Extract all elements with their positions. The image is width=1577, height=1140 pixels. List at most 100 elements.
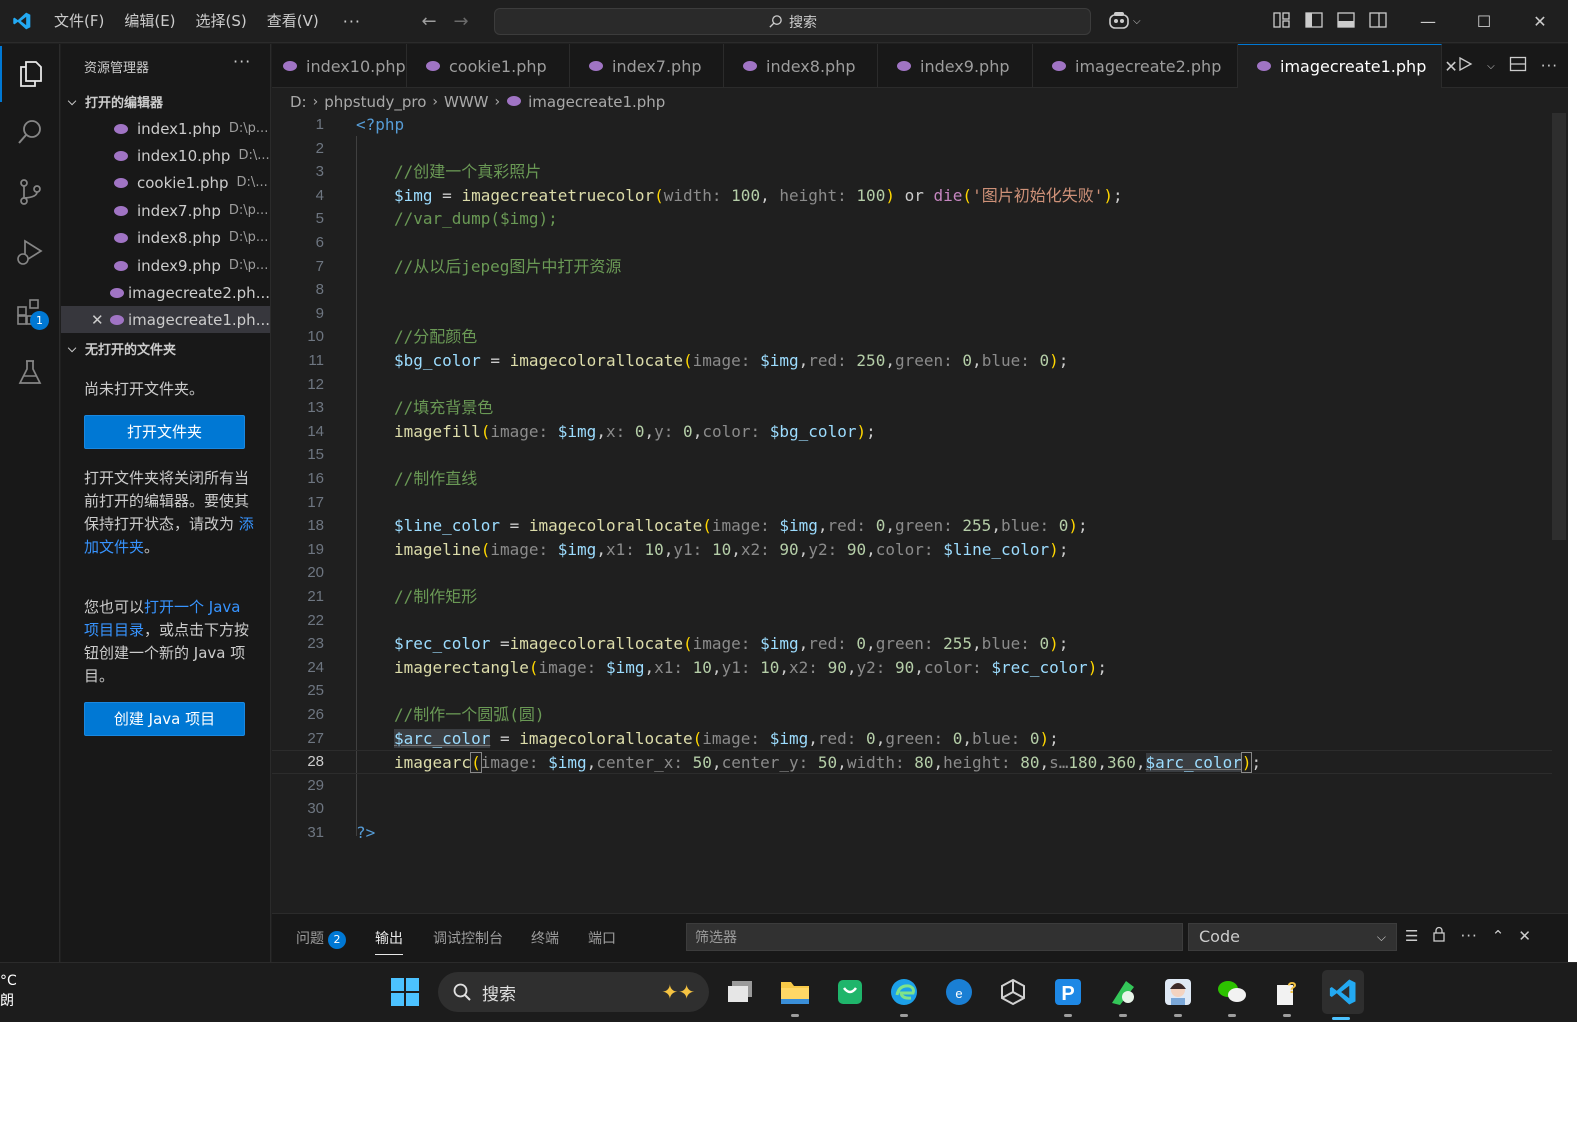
php-elephant-icon xyxy=(588,57,604,76)
chevron-down-icon: ⌵ xyxy=(67,94,77,108)
vscode-taskbar-icon[interactable] xyxy=(1322,970,1364,1020)
unity-app-icon[interactable] xyxy=(994,973,1032,1011)
edge-ai-browser-icon[interactable]: e xyxy=(940,973,978,1011)
open-editor-item[interactable]: index10.php D:\... xyxy=(61,142,270,169)
output-filter-input[interactable]: 筛选器 xyxy=(686,923,1183,951)
line-number: 25 xyxy=(307,682,324,700)
store-app-icon[interactable] xyxy=(831,973,869,1011)
chevron-down-icon: ⌵ xyxy=(1133,15,1141,27)
breadcrumb: D: › phpstudy_pro › WWW › imagecreate1.p… xyxy=(290,92,665,112)
menu-selection[interactable]: 选择(S) xyxy=(186,0,257,43)
close-tab-icon[interactable]: ✕ xyxy=(1444,57,1457,76)
wechat-icon[interactable] xyxy=(1213,973,1251,1017)
open-editor-item[interactable]: cookie1.php D:\... xyxy=(61,169,270,196)
sidebar-more-icon[interactable]: ··· xyxy=(233,52,251,71)
open-editor-item[interactable]: imagecreate2.ph... xyxy=(61,279,270,306)
windows-start-icon[interactable] xyxy=(386,973,424,1011)
split-editor-icon[interactable] xyxy=(1509,56,1527,76)
back-arrow-icon[interactable]: ← xyxy=(420,11,438,32)
tab-index10[interactable]: index10.php xyxy=(272,44,407,88)
output-channel-select[interactable]: Code ⌵ xyxy=(1188,923,1397,951)
extensions-icon[interactable]: 1 xyxy=(0,284,60,340)
activity-bar: 1 xyxy=(0,44,60,962)
lock-icon[interactable] xyxy=(1432,926,1446,946)
code-line: //var_dump($img); xyxy=(394,209,558,229)
menu-view[interactable]: 查看(V) xyxy=(257,0,329,43)
clear-output-icon[interactable]: ☰ xyxy=(1405,927,1418,945)
maximize-icon[interactable]: ☐ xyxy=(1456,0,1512,43)
chevron-right-icon: › xyxy=(494,94,501,110)
breadcrumb-file[interactable]: imagecreate1.php xyxy=(528,93,665,111)
tab-cookie1[interactable]: cookie1.php xyxy=(407,44,570,88)
close-editor-icon[interactable]: ✕ xyxy=(61,311,109,329)
avatar-app-icon[interactable] xyxy=(1159,973,1197,1017)
edge-browser-icon[interactable] xyxy=(885,973,923,1017)
tab-imagecreate2[interactable]: imagecreate2.php xyxy=(1033,44,1238,88)
breadcrumb-drive[interactable]: D: xyxy=(290,93,307,111)
tab-imagecreate1[interactable]: imagecreate1.php ✕ xyxy=(1238,44,1458,88)
php-elephant-icon xyxy=(109,287,128,299)
open-editors-header[interactable]: ⌵ 打开的编辑器 xyxy=(65,92,164,112)
toggle-panel-icon[interactable] xyxy=(1336,11,1356,29)
taskbar-search[interactable]: 搜索 ✦✦ xyxy=(438,972,709,1012)
line-number: 15 xyxy=(307,446,324,464)
layout-controls xyxy=(1272,11,1388,29)
chevron-right-icon: › xyxy=(312,94,319,110)
chevron-down-icon[interactable]: ⌵ xyxy=(1487,61,1495,72)
maximize-panel-icon[interactable]: ⌃ xyxy=(1492,927,1505,945)
panel-tab-debug-console[interactable]: 调试控制台 xyxy=(433,928,503,948)
tab-index8[interactable]: index8.php xyxy=(724,44,878,88)
editor-scrollbar[interactable] xyxy=(1552,113,1568,913)
no-folder-header[interactable]: ⌵ 无打开的文件夹 xyxy=(65,339,176,359)
panel-tab-output[interactable]: 输出 xyxy=(375,928,403,955)
file-explorer-icon[interactable] xyxy=(776,973,814,1017)
explorer-icon[interactable] xyxy=(0,46,60,102)
menu-more-icon[interactable]: ··· xyxy=(329,12,375,31)
copilot-button[interactable]: ⌵ xyxy=(1108,11,1141,31)
more-actions-icon[interactable]: ··· xyxy=(1460,927,1477,945)
close-panel-icon[interactable]: ✕ xyxy=(1518,927,1531,945)
tab-index9[interactable]: index9.php xyxy=(878,44,1033,88)
breadcrumb-folder[interactable]: phpstudy_pro xyxy=(324,93,426,111)
task-view-icon[interactable] xyxy=(721,973,759,1011)
breadcrumb-folder[interactable]: WWW xyxy=(444,93,489,111)
menu-edit[interactable]: 编辑(E) xyxy=(114,0,185,43)
create-java-project-button[interactable]: 创建 Java 项目 xyxy=(84,702,245,736)
weather-widget[interactable]: °C 朗 xyxy=(0,971,17,1011)
toggle-primary-sidebar-icon[interactable] xyxy=(1304,11,1324,29)
customize-layout-icon[interactable] xyxy=(1272,11,1292,29)
toggle-secondary-sidebar-icon[interactable] xyxy=(1368,11,1388,29)
php-elephant-icon xyxy=(113,123,137,135)
command-center-search[interactable]: 搜索 xyxy=(494,8,1091,35)
open-editor-item[interactable]: index8.php D:\p... xyxy=(61,224,270,251)
php-elephant-icon xyxy=(896,57,912,76)
scrollbar-thumb[interactable] xyxy=(1552,113,1566,540)
notes-app-icon[interactable]: ? xyxy=(1268,973,1306,1017)
panel-actions: ☰ ··· ⌃ ✕ xyxy=(1405,926,1531,946)
code-editor[interactable]: 1 2 3 4 5 6 7 8 9 10 11 12 13 14 15 16 17 18 19 20 21 22 23 24 2… xyxy=(272,113,1568,913)
code-line: $line_color = imagecolorallocate(image: … xyxy=(394,516,1088,536)
tab-index7[interactable]: index7.php xyxy=(570,44,724,88)
run-debug-icon[interactable] xyxy=(0,224,60,280)
svg-text:e: e xyxy=(955,986,962,1001)
open-editor-item[interactable]: index7.php D:\p... xyxy=(61,197,270,224)
testing-flask-icon[interactable] xyxy=(0,344,60,400)
open-editor-item[interactable]: index9.php D:\p... xyxy=(61,252,270,279)
source-control-icon[interactable] xyxy=(0,164,60,220)
forward-arrow-icon[interactable]: → xyxy=(452,11,470,32)
p-app-icon[interactable]: P xyxy=(1049,973,1087,1017)
open-editor-item[interactable]: index1.php D:\p... xyxy=(61,115,270,142)
panel-tab-problems[interactable]: 问题 2 xyxy=(296,928,346,949)
open-folder-button[interactable]: 打开文件夹 xyxy=(84,415,245,449)
open-editors-label: 打开的编辑器 xyxy=(85,96,164,111)
panel-tab-terminal[interactable]: 终端 xyxy=(531,928,559,948)
search-view-icon[interactable] xyxy=(0,104,60,160)
open-editor-item-active[interactable]: ✕ imagecreate1.ph... xyxy=(61,306,270,333)
panel-tab-ports[interactable]: 端口 xyxy=(588,928,616,948)
run-icon[interactable] xyxy=(1457,56,1473,76)
menu-file[interactable]: 文件(F) xyxy=(44,0,114,43)
more-actions-icon[interactable]: ··· xyxy=(1541,57,1558,75)
minimize-icon[interactable]: — xyxy=(1400,0,1456,43)
close-window-icon[interactable]: ✕ xyxy=(1512,0,1568,43)
green-app-icon[interactable] xyxy=(1104,973,1142,1017)
